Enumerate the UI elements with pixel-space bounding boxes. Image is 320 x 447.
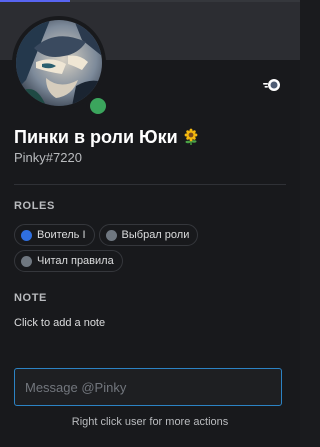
role-pill-chital-pravila[interactable]: Читал правила xyxy=(14,250,123,272)
status-indicator xyxy=(86,94,110,118)
note-heading: NOTE xyxy=(14,292,47,304)
role-label: Выбрал роли xyxy=(121,229,190,241)
message-input[interactable] xyxy=(14,368,282,406)
sunflower-emoji-icon xyxy=(184,128,198,145)
user-tag: Pinky#7220 xyxy=(14,150,82,165)
note-field[interactable]: Click to add a note xyxy=(14,317,105,329)
roles-list: Воитель I Выбрал роли Читал правила xyxy=(14,224,286,272)
online-status-dot xyxy=(90,98,106,114)
profile-name-row: Пинки в роли Юки xyxy=(14,124,286,150)
user-profile-popout: Пинки в роли Юки Pinky#7220 ROLES Воител… xyxy=(0,0,300,447)
display-name: Пинки в роли Юки xyxy=(14,126,178,147)
role-pill-vybral-roli[interactable]: Выбрал роли xyxy=(98,224,199,246)
avatar-frame[interactable] xyxy=(12,16,110,118)
roles-heading: ROLES xyxy=(14,200,55,212)
role-color-dot xyxy=(21,229,32,241)
footer-hint: Right click user for more actions xyxy=(71,416,229,428)
role-color-dot xyxy=(21,255,32,267)
role-pill-voitel[interactable]: Воитель I xyxy=(14,224,95,246)
role-label: Читал правила xyxy=(37,255,114,267)
avatar[interactable] xyxy=(16,20,102,106)
nitro-badge-icon[interactable] xyxy=(262,78,282,92)
role-label: Воитель I xyxy=(37,229,86,241)
anime-character-avatar-icon xyxy=(16,20,102,106)
section-divider xyxy=(14,184,286,185)
role-color-dot xyxy=(105,229,117,241)
